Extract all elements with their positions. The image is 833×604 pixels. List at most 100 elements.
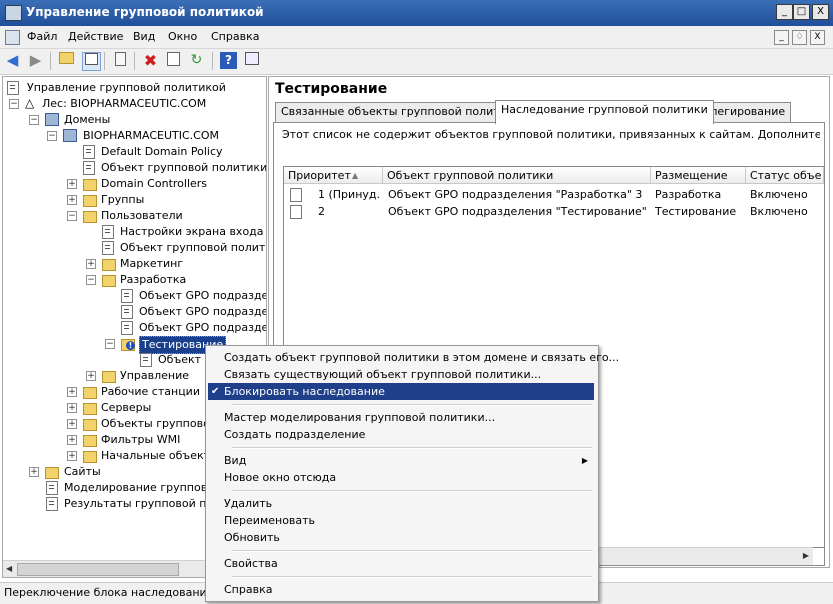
delete-icon[interactable]: ✖	[142, 52, 159, 69]
menu-help[interactable]: Справка	[211, 30, 259, 43]
menu-bar: Файл Действие Вид Окно Справка _ ♢ X	[0, 26, 833, 49]
forward-icon[interactable]: ▶	[27, 52, 44, 69]
gpo-link-icon	[140, 353, 152, 367]
ou-icon	[102, 371, 116, 383]
menu-rename[interactable]: Переименовать	[208, 512, 594, 529]
toolbar-separator	[212, 52, 213, 70]
title-bar: Управление групповой политикой _ □ X	[0, 0, 833, 26]
menu-help[interactable]: Справка	[208, 581, 594, 598]
gpo-link-icon	[83, 161, 95, 175]
expand-icon[interactable]: +	[67, 419, 77, 429]
column-priority[interactable]: Приоритет ▲	[284, 167, 383, 184]
up-folder-icon[interactable]	[58, 52, 75, 69]
console-icon[interactable]	[243, 52, 260, 69]
menu-view[interactable]: Вид ▶	[208, 452, 594, 469]
menu-file[interactable]: Файл	[27, 30, 57, 43]
collapse-icon[interactable]: −	[47, 131, 57, 141]
menu-separator	[232, 576, 592, 578]
menu-new-window[interactable]: Новое окно отсюда	[208, 469, 594, 486]
gpo-link-enforced-icon	[121, 321, 133, 335]
column-location[interactable]: Размещение	[651, 167, 746, 184]
scroll-left-icon[interactable]: ◀	[6, 564, 12, 573]
toolbar-separator	[134, 52, 135, 70]
submenu-arrow-icon: ▶	[581, 456, 588, 465]
back-icon[interactable]: ◀	[4, 52, 21, 69]
modeling-icon	[46, 481, 58, 495]
mdi-close-button[interactable]: X	[810, 30, 825, 45]
scroll-right-icon[interactable]: ▶	[803, 551, 809, 560]
collapse-icon[interactable]: −	[29, 115, 39, 125]
expand-icon[interactable]: +	[67, 195, 77, 205]
expand-icon[interactable]: +	[67, 451, 77, 461]
toolbar-separator	[50, 52, 51, 70]
ou-icon	[102, 275, 116, 287]
collapse-icon[interactable]: −	[9, 99, 19, 109]
expand-icon[interactable]: +	[67, 435, 77, 445]
gpo-container-icon	[83, 419, 97, 431]
expand-icon[interactable]: +	[86, 371, 96, 381]
sites-icon	[45, 467, 59, 479]
menu-properties[interactable]: Свойства	[208, 555, 594, 572]
ou-icon	[83, 195, 97, 207]
gpo-link-icon	[83, 145, 95, 159]
ou-icon	[83, 403, 97, 415]
expand-icon[interactable]: +	[29, 467, 39, 477]
app-icon	[5, 5, 22, 21]
collapse-icon[interactable]: −	[105, 339, 115, 349]
close-button[interactable]: X	[812, 4, 829, 20]
show-tree-icon[interactable]	[82, 52, 101, 71]
toolbar: ◀ ▶ ✖ ↻ ?	[0, 49, 833, 75]
console-icon[interactable]	[5, 30, 20, 45]
wmi-filters-icon	[83, 435, 97, 447]
menu-refresh[interactable]: Обновить	[208, 529, 594, 546]
context-menu: Создать объект групповой политики в этом…	[205, 345, 619, 602]
status-text: Переключение блока наследования	[4, 586, 214, 599]
menu-separator	[232, 404, 592, 406]
menu-window[interactable]: Окно	[168, 30, 197, 43]
menu-block-inheritance[interactable]: ✔ Блокировать наследование	[208, 383, 594, 400]
table-row[interactable]: 1 (Принуд... Объект GPO подразделения "Р…	[284, 186, 824, 203]
expand-icon[interactable]: +	[67, 403, 77, 413]
gpo-link-enforced-icon	[290, 188, 302, 202]
ou-icon	[83, 211, 97, 223]
menu-create-ou[interactable]: Создать подразделение	[208, 426, 594, 443]
tree-scroll-thumb[interactable]	[17, 563, 179, 576]
help-icon[interactable]: ?	[220, 52, 237, 69]
minimize-button[interactable]: _	[776, 4, 793, 20]
column-status[interactable]: Статус объе	[746, 167, 824, 184]
tab-linked-gpos[interactable]: Связанные объекты групповой политики	[275, 102, 527, 122]
maximize-button[interactable]: □	[793, 4, 810, 20]
table-row[interactable]: 2 Объект GPO подразделения "Тестирование…	[284, 203, 824, 220]
expand-icon[interactable]: +	[67, 179, 77, 189]
menu-create-and-link-gpo[interactable]: Создать объект групповой политики в этом…	[208, 349, 619, 366]
forest-icon: △	[25, 96, 35, 110]
info-text: Этот список не содержит объектов группов…	[282, 128, 820, 141]
domains-icon	[45, 113, 59, 126]
gpo-link-icon	[121, 305, 133, 319]
menu-view[interactable]: Вид	[133, 30, 155, 43]
starter-gpos-icon	[83, 451, 97, 463]
collapse-icon[interactable]: −	[86, 275, 96, 285]
menu-separator	[232, 490, 592, 492]
mdi-restore-button[interactable]: ♢	[792, 30, 807, 45]
menu-link-existing-gpo[interactable]: Связать существующий объект групповой по…	[208, 366, 594, 383]
menu-delete[interactable]: Удалить	[208, 495, 594, 512]
checkmark-icon: ✔	[211, 386, 220, 397]
column-gpo[interactable]: Объект групповой политики	[383, 167, 651, 184]
tab-inheritance[interactable]: Наследование групповой политики	[495, 100, 714, 124]
menu-modeling-wizard[interactable]: Мастер моделирования групповой политики.…	[208, 409, 594, 426]
clipboard-icon[interactable]	[112, 52, 129, 69]
expand-icon[interactable]: +	[86, 259, 96, 269]
menu-separator	[232, 447, 592, 449]
gpo-link-icon	[121, 289, 133, 303]
properties-icon[interactable]	[165, 52, 182, 69]
gpo-link-icon	[102, 241, 114, 255]
refresh-icon[interactable]: ↻	[188, 52, 205, 69]
gpo-link-icon	[102, 225, 114, 239]
collapse-icon[interactable]: −	[67, 211, 77, 221]
results-icon	[46, 497, 58, 511]
menu-action[interactable]: Действие	[68, 30, 123, 43]
ou-icon	[83, 179, 97, 191]
mdi-minimize-button[interactable]: _	[774, 30, 789, 45]
expand-icon[interactable]: +	[67, 387, 77, 397]
